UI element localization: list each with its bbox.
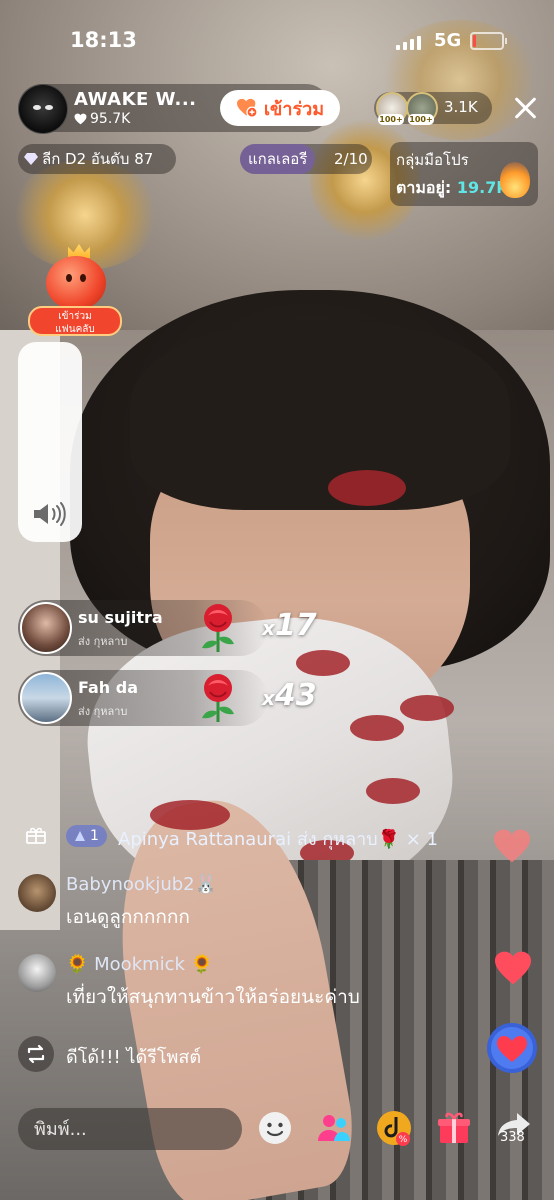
gift-count: x43 [262, 678, 317, 713]
gallery-label: แกลเลอรี [240, 144, 316, 174]
gift-count: x17 [262, 608, 317, 643]
status-time: 18:13 [70, 28, 137, 52]
repost-icon [18, 1036, 54, 1072]
gift-sender-avatar[interactable] [20, 672, 72, 724]
comment-username[interactable]: 🌻 Mookmick 🌻 [66, 954, 213, 975]
league-badge[interactable]: ลีก D2 อันดับ 87 [18, 144, 176, 174]
gift-sender-name: Fah da [78, 678, 138, 697]
gift-icon[interactable] [434, 1108, 474, 1148]
system-gift-message: 1 Apinya Rattanaurai ส่ง กุหลาบ🌹 × 1 [18, 818, 488, 854]
speaker-icon [34, 502, 66, 526]
network-type: 5G [434, 30, 462, 51]
gift-sender-avatar[interactable] [20, 602, 72, 654]
comment-username[interactable]: Babynookjub2🐰 [66, 874, 217, 895]
close-icon[interactable] [510, 92, 540, 124]
coupon-icon[interactable]: % [374, 1108, 414, 1148]
repost-text: ดีโด้!!! ได้รีโพสต์ [66, 1047, 202, 1068]
join-button[interactable]: เข้าร่วม [220, 90, 340, 126]
avatar[interactable] [18, 874, 56, 912]
fan-club-label-line2: แฟนคลับ [55, 324, 95, 335]
gift-icon [26, 827, 46, 844]
gift-notification[interactable]: su sujitra ส่ง กุหลาบ x17 [18, 600, 317, 656]
comment-input-field[interactable] [32, 1118, 226, 1141]
diamond-icon [24, 153, 38, 165]
signal-icon [396, 36, 421, 50]
ranking-title: กลุ่มมือโปร [396, 151, 469, 169]
heart-icon [494, 829, 530, 863]
comment-text: เอนดูลูกกกกกก [66, 906, 190, 928]
gift-action: ส่ง กุหลาบ [78, 705, 128, 718]
comment-item[interactable]: 🌻 Mookmick 🌻 เที่ยวให้สนุกทานข้าวให้อร่อ… [18, 950, 488, 1010]
user-level-badge: 1 [66, 825, 107, 847]
fan-club-button[interactable]: เข้าร่วม แฟนคลับ [26, 236, 124, 336]
volume-slider[interactable] [18, 342, 82, 542]
join-button-label: เข้าร่วม [263, 98, 325, 120]
gallery-badge[interactable]: แกลเลอรี 2/10 [240, 144, 372, 174]
share-count: 338 [500, 1130, 525, 1145]
ranking-panel[interactable]: กลุ่มมือโปร ตามอยู่: 19.7k [390, 142, 538, 206]
rose-icon [202, 604, 234, 652]
comment-input[interactable] [18, 1108, 242, 1150]
host-avatar[interactable] [18, 84, 68, 134]
svg-text:%: % [399, 1135, 408, 1145]
fan-club-label: เข้าร่วม แฟนคลับ [28, 306, 122, 336]
viewer-badge: 100+ [408, 114, 434, 125]
emoji-icon[interactable] [255, 1108, 295, 1148]
system-message-text: Apinya Rattanaurai ส่ง กุหลาบ🌹 × 1 [118, 829, 439, 850]
like-button[interactable] [486, 1022, 538, 1074]
rose-icon [202, 674, 234, 722]
avatar[interactable] [18, 954, 56, 992]
heart-plus-icon [236, 98, 258, 118]
ranking-label: ตามอยู่: [396, 178, 452, 197]
people-icon[interactable] [314, 1108, 354, 1148]
battery-icon [470, 32, 507, 50]
host-likes: 95.7K [74, 111, 130, 127]
heart-icon [495, 951, 531, 985]
gallery-progress: 2/10 [334, 150, 368, 168]
viewer-count[interactable]: 3.1K [444, 98, 478, 116]
bottom-toolbar: % 338 [0, 1100, 554, 1160]
fan-club-label-line1: เข้าร่วม [58, 311, 92, 322]
league-label: ลีก D2 อันดับ 87 [42, 150, 154, 168]
flame-icon [500, 162, 530, 198]
gift-notification[interactable]: Fah da ส่ง กุหลาบ x43 [18, 670, 317, 726]
host-likes-count: 95.7K [90, 111, 131, 127]
level-icon [75, 831, 85, 841]
comment-item[interactable]: Babynookjub2🐰 เอนดูลูกกกกกก [18, 870, 488, 930]
repost-notice: ดีโด้!!! ได้รีโพสต์ [18, 1036, 488, 1072]
host-info[interactable]: AWAKE W... 95.7K เข้าร่วม [18, 84, 340, 134]
ranking-line: ตามอยู่: 19.7k [396, 176, 507, 201]
heart-icon [74, 113, 87, 125]
status-bar: 18:13 5G [0, 0, 554, 80]
gift-sender-name: su sujitra [78, 608, 163, 627]
fan-mascot-icon [46, 256, 106, 310]
viewer-list[interactable]: 100+ 100+ 3.1K [374, 92, 492, 125]
comment-text: เที่ยวให้สนุกทานข้าวให้อร่อยนะค่าบ [66, 986, 360, 1008]
host-name[interactable]: AWAKE W... [74, 89, 197, 110]
viewer-badge: 100+ [378, 114, 404, 125]
gift-action: ส่ง กุหลาบ [78, 635, 128, 648]
